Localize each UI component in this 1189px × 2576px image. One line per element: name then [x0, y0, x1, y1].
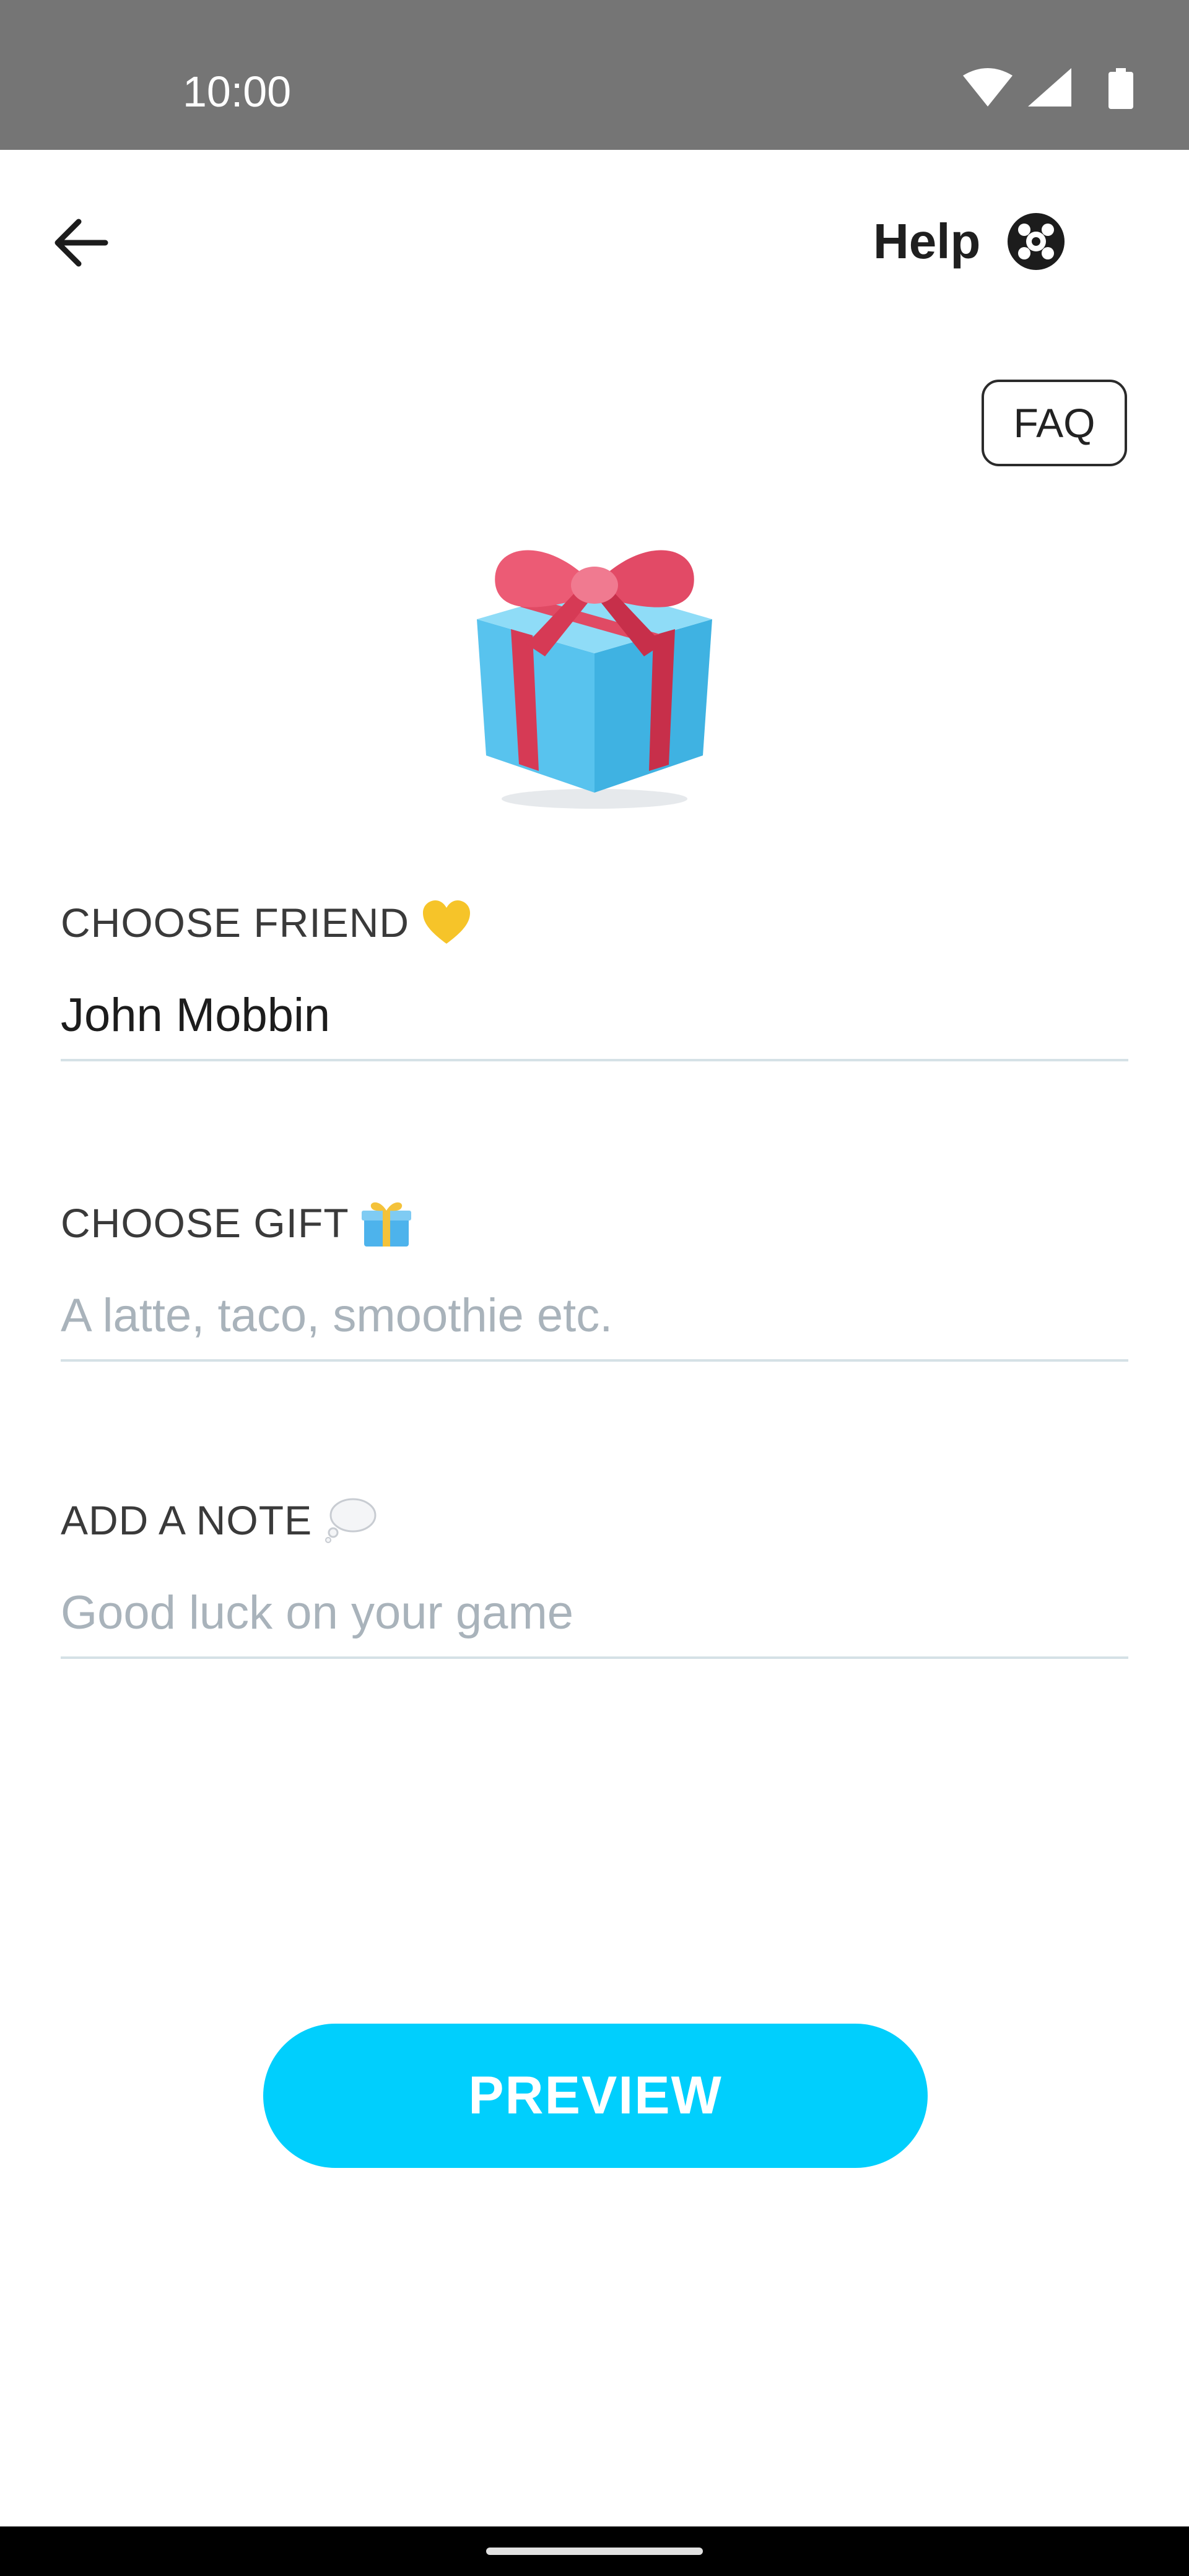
thought-balloon-icon: [324, 1497, 377, 1544]
gift-field: CHOOSE GIFT: [61, 1195, 1128, 1362]
yellow-heart-icon: [422, 900, 471, 945]
faq-button[interactable]: FAQ: [982, 380, 1127, 466]
system-nav-bar: [0, 2526, 1189, 2576]
home-gesture-handle[interactable]: [486, 2548, 703, 2555]
help-label: Help: [873, 214, 981, 269]
help-button[interactable]: Help: [873, 198, 1067, 285]
note-field-underline: [61, 1656, 1128, 1659]
preview-button[interactable]: PREVIEW: [263, 2024, 928, 2168]
wifi-icon: [963, 68, 1013, 107]
friend-field-label-row: CHOOSE FRIEND: [61, 895, 1128, 951]
friend-field-label: CHOOSE FRIEND: [61, 900, 410, 946]
gift-field-label: CHOOSE GIFT: [61, 1200, 349, 1246]
friend-field: CHOOSE FRIEND: [61, 895, 1128, 1061]
gift-input[interactable]: [61, 1285, 1128, 1347]
status-time: 10:00: [183, 67, 292, 116]
gift-field-label-row: CHOOSE GIFT: [61, 1195, 1128, 1251]
friend-input[interactable]: [61, 985, 1128, 1046]
note-field: ADD A NOTE: [61, 1492, 1128, 1659]
wrapped-gift-icon: [361, 1198, 411, 1248]
note-field-label-row: ADD A NOTE: [61, 1492, 1128, 1548]
status-bar: 10:00: [0, 0, 1189, 150]
app-bar: Help: [0, 150, 1189, 323]
cellular-signal-icon: [1028, 68, 1071, 107]
note-field-label: ADD A NOTE: [61, 1497, 313, 1543]
arrow-left-icon: [54, 219, 108, 267]
gift-box-icon: [477, 550, 712, 809]
back-button[interactable]: [37, 199, 124, 286]
battery-icon: [1108, 68, 1133, 109]
note-input[interactable]: [61, 1582, 1128, 1644]
gift-field-underline: [61, 1359, 1128, 1362]
friend-field-underline: [61, 1059, 1128, 1061]
help-lifebuoy-icon: [1008, 213, 1065, 270]
